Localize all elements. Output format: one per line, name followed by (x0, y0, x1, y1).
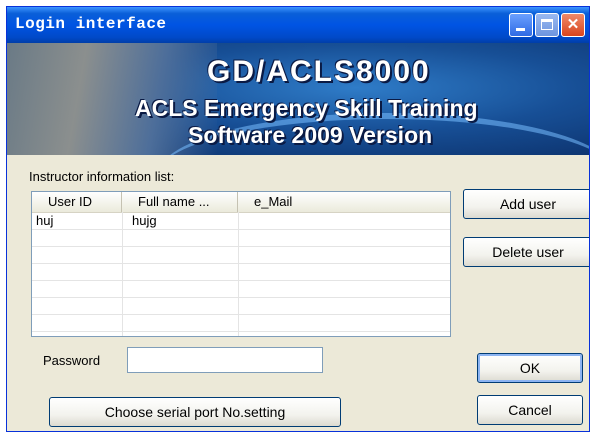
table-row (32, 247, 450, 264)
instructor-list-label: Instructor information list: (29, 169, 175, 184)
banner-product-name: ACLS Emergency Skill Training (135, 95, 478, 121)
banner-version: Software 2009 Version (188, 122, 433, 148)
cell-full-name: hujg (132, 213, 157, 228)
table-row (32, 298, 450, 315)
close-icon: ✕ (566, 16, 580, 33)
column-header-user-id[interactable]: User ID (32, 192, 122, 212)
table-row (32, 281, 450, 298)
maximize-button[interactable] (535, 13, 559, 37)
table-row[interactable]: huj hujg (32, 213, 450, 230)
column-header-email[interactable]: e_Mail (238, 192, 450, 212)
cell-user-id: huj (36, 213, 54, 228)
window-title: Login interface (15, 15, 167, 33)
list-header: User ID Full name ... e_Mail (32, 192, 450, 213)
login-window: Login interface ✕ GD/ACLS8000 ACLS Emerg… (6, 6, 590, 432)
add-user-button[interactable]: Add user (463, 189, 589, 219)
cancel-button[interactable]: Cancel (477, 395, 583, 425)
instructor-list[interactable]: User ID Full name ... e_Mail huj hujg (31, 191, 451, 337)
password-label: Password (43, 353, 101, 368)
password-field[interactable] (127, 347, 323, 373)
table-row (32, 264, 450, 281)
ok-button[interactable]: OK (477, 353, 583, 383)
banner-product-code: GD/ACLS8000 (207, 55, 431, 88)
product-banner: GD/ACLS8000 ACLS Emergency Skill Trainin… (7, 43, 589, 155)
cell-email (242, 213, 246, 229)
serial-port-setting-button[interactable]: Choose serial port No.setting (49, 397, 341, 427)
table-row (32, 315, 450, 332)
maximize-icon (541, 19, 553, 30)
table-row (32, 230, 450, 247)
close-button[interactable]: ✕ (561, 13, 585, 37)
minimize-icon (516, 28, 525, 31)
minimize-button[interactable] (509, 13, 533, 37)
column-header-full-name[interactable]: Full name ... (122, 192, 238, 212)
delete-user-button[interactable]: Delete user (463, 237, 589, 267)
title-bar: Login interface ✕ (7, 7, 589, 43)
